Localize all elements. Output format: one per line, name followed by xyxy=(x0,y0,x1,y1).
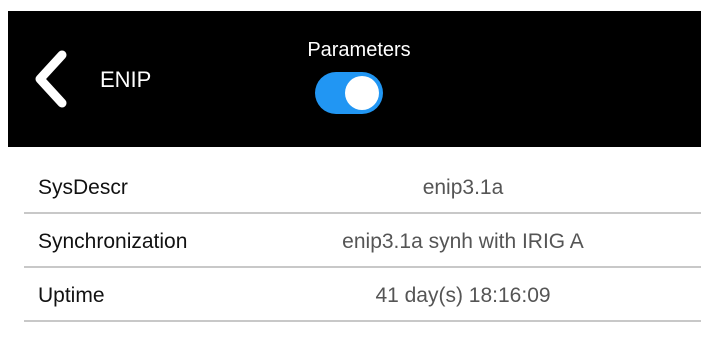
page-title: ENIP xyxy=(100,67,152,92)
row-divider xyxy=(24,320,701,322)
param-row-sysdescr: SysDescr enip3.1a xyxy=(24,160,701,214)
parameters-toggle[interactable] xyxy=(315,72,383,114)
back-button[interactable] xyxy=(32,49,72,109)
parameters-label: Parameters xyxy=(307,39,411,61)
param-key: SysDescr xyxy=(38,176,128,199)
param-value: 41 day(s) 18:16:09 xyxy=(375,284,551,307)
param-row-synchronization: Synchronization enip3.1a synh with IRIG … xyxy=(24,214,701,268)
param-row-uptime: Uptime 41 day(s) 18:16:09 xyxy=(24,268,701,322)
param-value: enip3.1a xyxy=(422,176,504,199)
chevron-left-icon xyxy=(35,50,67,108)
param-value: enip3.1a synh with IRIG A xyxy=(342,230,584,253)
page: ENIP Parameters SysDescr enip3.1a Synchr… xyxy=(0,0,701,354)
toggle-knob xyxy=(345,76,379,110)
header-bar: ENIP Parameters xyxy=(8,11,701,147)
parameters-list: SysDescr enip3.1a Synchronization enip3.… xyxy=(24,160,701,322)
param-key: Synchronization xyxy=(38,230,188,253)
param-key: Uptime xyxy=(38,284,105,307)
